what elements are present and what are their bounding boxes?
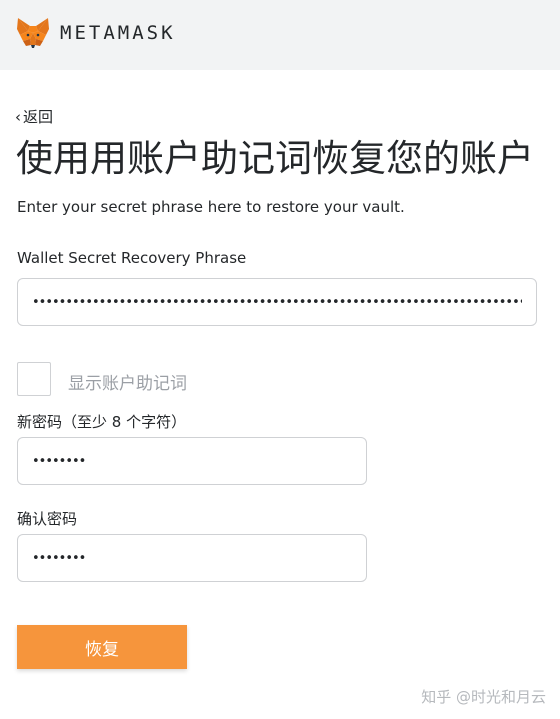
brand-name: METAMASK <box>60 22 176 44</box>
page-title: 使用用账户助记词恢复您的账户 <box>16 137 534 180</box>
back-link[interactable]: ‹ 返回 <box>15 106 53 127</box>
app-header: METAMASK <box>0 0 560 70</box>
recovery-phrase-input[interactable] <box>17 278 537 326</box>
confirm-password-label: 确认密码 <box>17 510 78 528</box>
confirm-password-input[interactable] <box>17 534 367 582</box>
show-phrase-checkbox[interactable] <box>17 362 51 396</box>
page-subtitle: Enter your secret phrase here to restore… <box>17 198 405 216</box>
metamask-fox-icon <box>17 18 49 48</box>
new-password-label: 新密码（至少 8 个字符） <box>17 413 187 431</box>
phrase-label: Wallet Secret Recovery Phrase <box>17 249 247 267</box>
chevron-left-icon: ‹ <box>15 107 21 126</box>
restore-button[interactable]: 恢复 <box>17 625 187 669</box>
new-password-input[interactable] <box>17 437 367 485</box>
show-phrase-label: 显示账户助记词 <box>68 374 187 394</box>
back-label: 返回 <box>23 108 54 126</box>
watermark: 知乎 @时光和月云 <box>421 688 546 706</box>
